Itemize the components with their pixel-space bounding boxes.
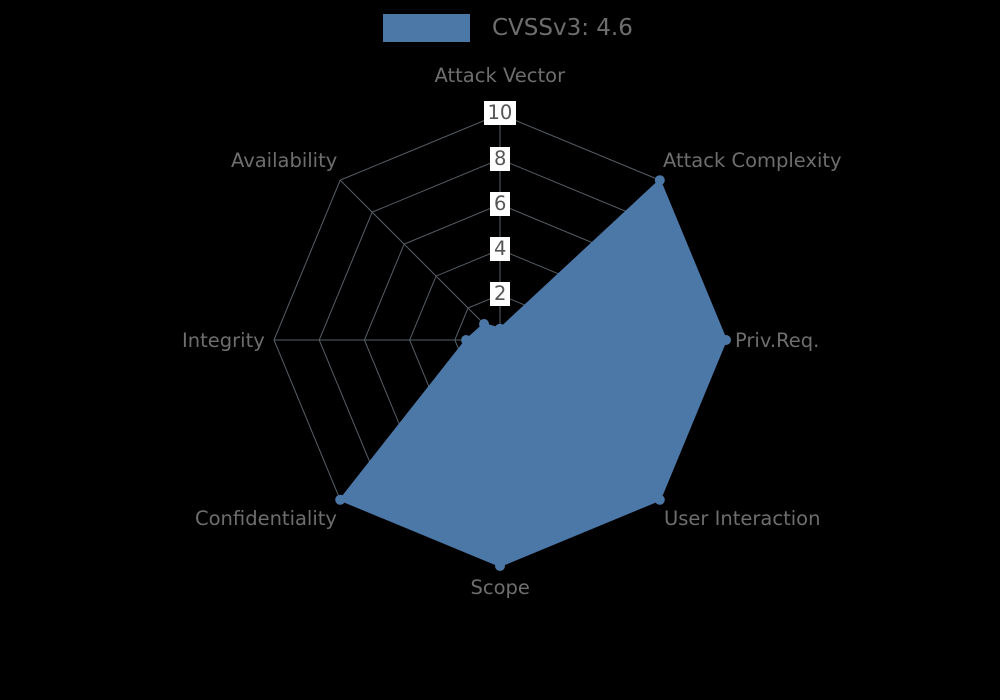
radar-axis-label: Scope (470, 576, 530, 599)
radar-data-point (461, 335, 472, 345)
radar-axis-spoke (339, 179, 501, 341)
radar-data-point (654, 175, 665, 186)
radar-data-point (721, 335, 731, 345)
radar-data-point (479, 319, 490, 330)
radar-chart: CVSSv3: 4.6 Attack Vector Attack Complexi… (0, 0, 1000, 700)
radar-data-point (495, 561, 505, 571)
radar-tick-label: 10 (483, 101, 517, 125)
radar-data-point (335, 494, 346, 505)
radar-axis-label: Attack Vector (434, 64, 566, 87)
radar-axis-label: Priv.Req. (735, 329, 820, 352)
radar-tick-label: 2 (490, 282, 511, 306)
radar-axis-label: User Interaction (664, 507, 821, 530)
radar-data-point (495, 323, 505, 334)
radar-axis-label: Integrity (182, 329, 265, 352)
radar-data-point (654, 494, 665, 505)
radar-axis-label: Availability (231, 149, 338, 172)
radar-tick-label: 4 (490, 237, 511, 261)
radar-axis-label: Attack Complexity (663, 149, 842, 172)
radar-tick-label: 6 (490, 192, 511, 216)
radar-axis-label: Confidentiality (195, 507, 337, 530)
radar-tick-label: 8 (490, 147, 511, 171)
